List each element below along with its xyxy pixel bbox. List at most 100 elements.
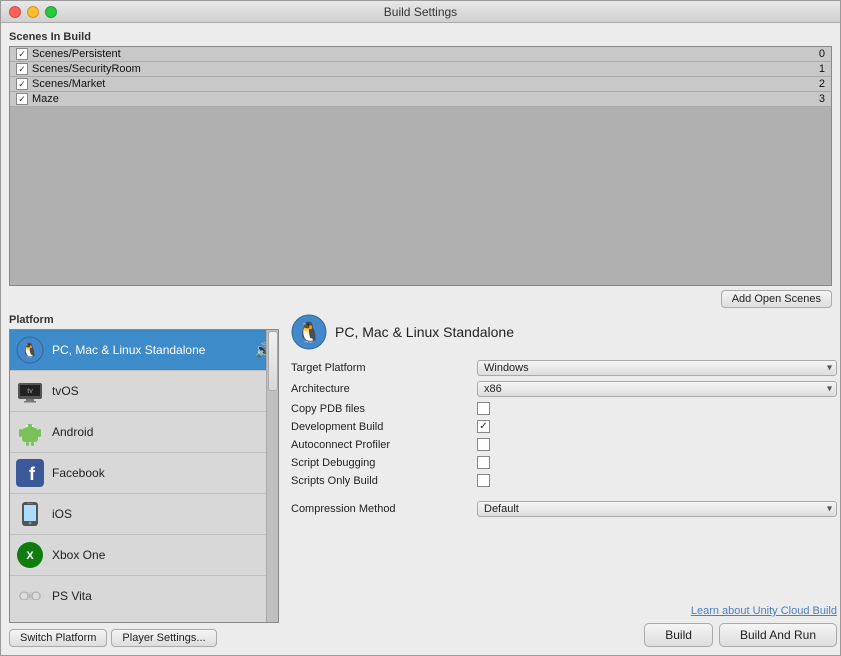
maximize-button[interactable]	[45, 6, 57, 18]
scripts-only-build-label: Scripts Only Build	[291, 475, 471, 487]
platform-title-row: 🐧 PC, Mac & Linux Standalone	[291, 314, 837, 350]
platform-sidebar: Platform 🐧 PC, Mac & Linux Standalone	[9, 314, 279, 647]
scene-item-3[interactable]: ✓ Maze 3	[10, 92, 831, 107]
scenes-footer: Add Open Scenes	[9, 290, 832, 308]
platform-big-icon: 🐧	[291, 314, 327, 350]
development-build-checkbox[interactable]	[477, 420, 490, 433]
xboxone-icon: X	[16, 541, 44, 569]
target-platform-select-wrapper: Windows Mac OS X Linux	[477, 360, 837, 376]
android-icon	[16, 418, 44, 446]
build-settings-window: Build Settings Scenes In Build ✓ Scenes/…	[0, 0, 841, 656]
scene-checkbox-0[interactable]: ✓	[16, 48, 28, 60]
compression-method-label: Compression Method	[291, 503, 471, 515]
scene-name-0: Scenes/Persistent	[32, 48, 121, 60]
scene-name-3: Maze	[32, 93, 59, 105]
architecture-select-wrapper: x86 x86_64	[477, 381, 837, 397]
platform-item-psvita[interactable]: PS Vita	[10, 576, 278, 600]
tvos-icon: tv	[16, 377, 44, 405]
scripts-only-build-checkbox[interactable]	[477, 474, 490, 487]
copy-pdb-value	[477, 402, 837, 415]
development-build-value	[477, 420, 837, 433]
script-debugging-value	[477, 456, 837, 469]
scenes-list: ✓ Scenes/Persistent 0 ✓ Scenes/SecurityR…	[9, 46, 832, 286]
target-platform-label: Target Platform	[291, 362, 471, 374]
platform-item-ios[interactable]: iOS	[10, 494, 278, 535]
platform-item-android[interactable]: Android	[10, 412, 278, 453]
title-bar: Build Settings	[1, 1, 840, 23]
platform-item-pc[interactable]: 🐧 PC, Mac & Linux Standalone 🔊	[10, 330, 278, 371]
target-platform-select[interactable]: Windows Mac OS X Linux	[477, 360, 837, 376]
platform-item-label-xboxone: Xbox One	[52, 548, 105, 562]
minimize-button[interactable]	[27, 6, 39, 18]
scene-item-2[interactable]: ✓ Scenes/Market 2	[10, 77, 831, 92]
autoconnect-profiler-label: Autoconnect Profiler	[291, 439, 471, 451]
scene-num-3: 3	[819, 93, 825, 105]
bottom-section: Platform 🐧 PC, Mac & Linux Standalone	[9, 314, 832, 647]
compression-select[interactable]: Default LZ4 LZ4HC	[477, 501, 837, 517]
development-build-label: Development Build	[291, 421, 471, 433]
scene-item-0[interactable]: ✓ Scenes/Persistent 0	[10, 47, 831, 62]
platform-item-tvos[interactable]: tv tvOS	[10, 371, 278, 412]
close-button[interactable]	[9, 6, 21, 18]
build-and-run-button[interactable]: Build And Run	[719, 623, 837, 647]
cloud-build-link[interactable]: Learn about Unity Cloud Build	[691, 605, 837, 617]
platform-item-label-psvita: PS Vita	[52, 589, 92, 600]
svg-text:🐧: 🐧	[21, 342, 38, 359]
platform-item-facebook[interactable]: f Facebook	[10, 453, 278, 494]
platform-item-label-tvos: tvOS	[52, 384, 79, 398]
scene-num-1: 1	[819, 63, 825, 75]
ios-icon	[16, 500, 44, 528]
autoconnect-profiler-checkbox[interactable]	[477, 438, 490, 451]
svg-text:f: f	[29, 464, 36, 484]
svg-text:X: X	[26, 550, 34, 562]
svg-text:🐧: 🐧	[297, 320, 322, 344]
autoconnect-profiler-value	[477, 438, 837, 451]
platform-footer: Switch Platform Player Settings...	[9, 629, 279, 647]
scrollbar[interactable]	[266, 330, 278, 622]
platform-list: 🐧 PC, Mac & Linux Standalone 🔊	[9, 329, 279, 623]
action-buttons: Build Build And Run	[291, 623, 837, 647]
compression-row: Compression Method Default LZ4 LZ4HC	[291, 501, 837, 517]
svg-text:tv: tv	[27, 388, 33, 395]
scripts-only-build-value	[477, 474, 837, 487]
right-panel: 🐧 PC, Mac & Linux Standalone Target Plat…	[279, 314, 837, 647]
scene-item-1[interactable]: ✓ Scenes/SecurityRoom 1	[10, 62, 831, 77]
add-open-scenes-button[interactable]: Add Open Scenes	[721, 290, 832, 308]
compression-method-value: Default LZ4 LZ4HC	[477, 501, 837, 517]
player-settings-button[interactable]: Player Settings...	[111, 629, 216, 647]
script-debugging-label: Script Debugging	[291, 457, 471, 469]
compression-select-wrapper: Default LZ4 LZ4HC	[477, 501, 837, 517]
copy-pdb-label: Copy PDB files	[291, 403, 471, 415]
scene-checkbox-1[interactable]: ✓	[16, 63, 28, 75]
architecture-label: Architecture	[291, 383, 471, 395]
right-bottom: Learn about Unity Cloud Build Build Buil…	[291, 517, 837, 647]
scene-name-1: Scenes/SecurityRoom	[32, 63, 141, 75]
facebook-icon: f	[16, 459, 44, 487]
platform-item-label-ios: iOS	[52, 507, 72, 521]
script-debugging-checkbox[interactable]	[477, 456, 490, 469]
platform-title: PC, Mac & Linux Standalone	[335, 324, 514, 340]
platform-scroll-area: 🐧 PC, Mac & Linux Standalone 🔊	[10, 330, 278, 600]
main-content: Scenes In Build ✓ Scenes/Persistent 0 ✓ …	[1, 23, 840, 655]
scenes-section: Scenes In Build ✓ Scenes/Persistent 0 ✓ …	[9, 31, 832, 308]
scene-name-2: Scenes/Market	[32, 78, 105, 90]
scene-num-0: 0	[819, 48, 825, 60]
scrollbar-thumb[interactable]	[268, 331, 278, 391]
architecture-select[interactable]: x86 x86_64	[477, 381, 837, 397]
scene-checkbox-2[interactable]: ✓	[16, 78, 28, 90]
window-title: Build Settings	[384, 5, 457, 19]
scene-checkbox-3[interactable]: ✓	[16, 93, 28, 105]
switch-platform-button[interactable]: Switch Platform	[9, 629, 107, 647]
target-platform-value: Windows Mac OS X Linux	[477, 360, 837, 376]
platform-item-label-android: Android	[52, 425, 93, 439]
platform-item-label-facebook: Facebook	[52, 466, 105, 480]
platform-label: Platform	[9, 314, 279, 326]
architecture-value: x86 x86_64	[477, 381, 837, 397]
scene-num-2: 2	[819, 78, 825, 90]
platform-item-xboxone[interactable]: X Xbox One	[10, 535, 278, 576]
build-button[interactable]: Build	[644, 623, 713, 647]
traffic-lights	[9, 6, 57, 18]
copy-pdb-checkbox[interactable]	[477, 402, 490, 415]
psvita-icon	[16, 582, 44, 600]
scenes-label: Scenes In Build	[9, 31, 832, 43]
